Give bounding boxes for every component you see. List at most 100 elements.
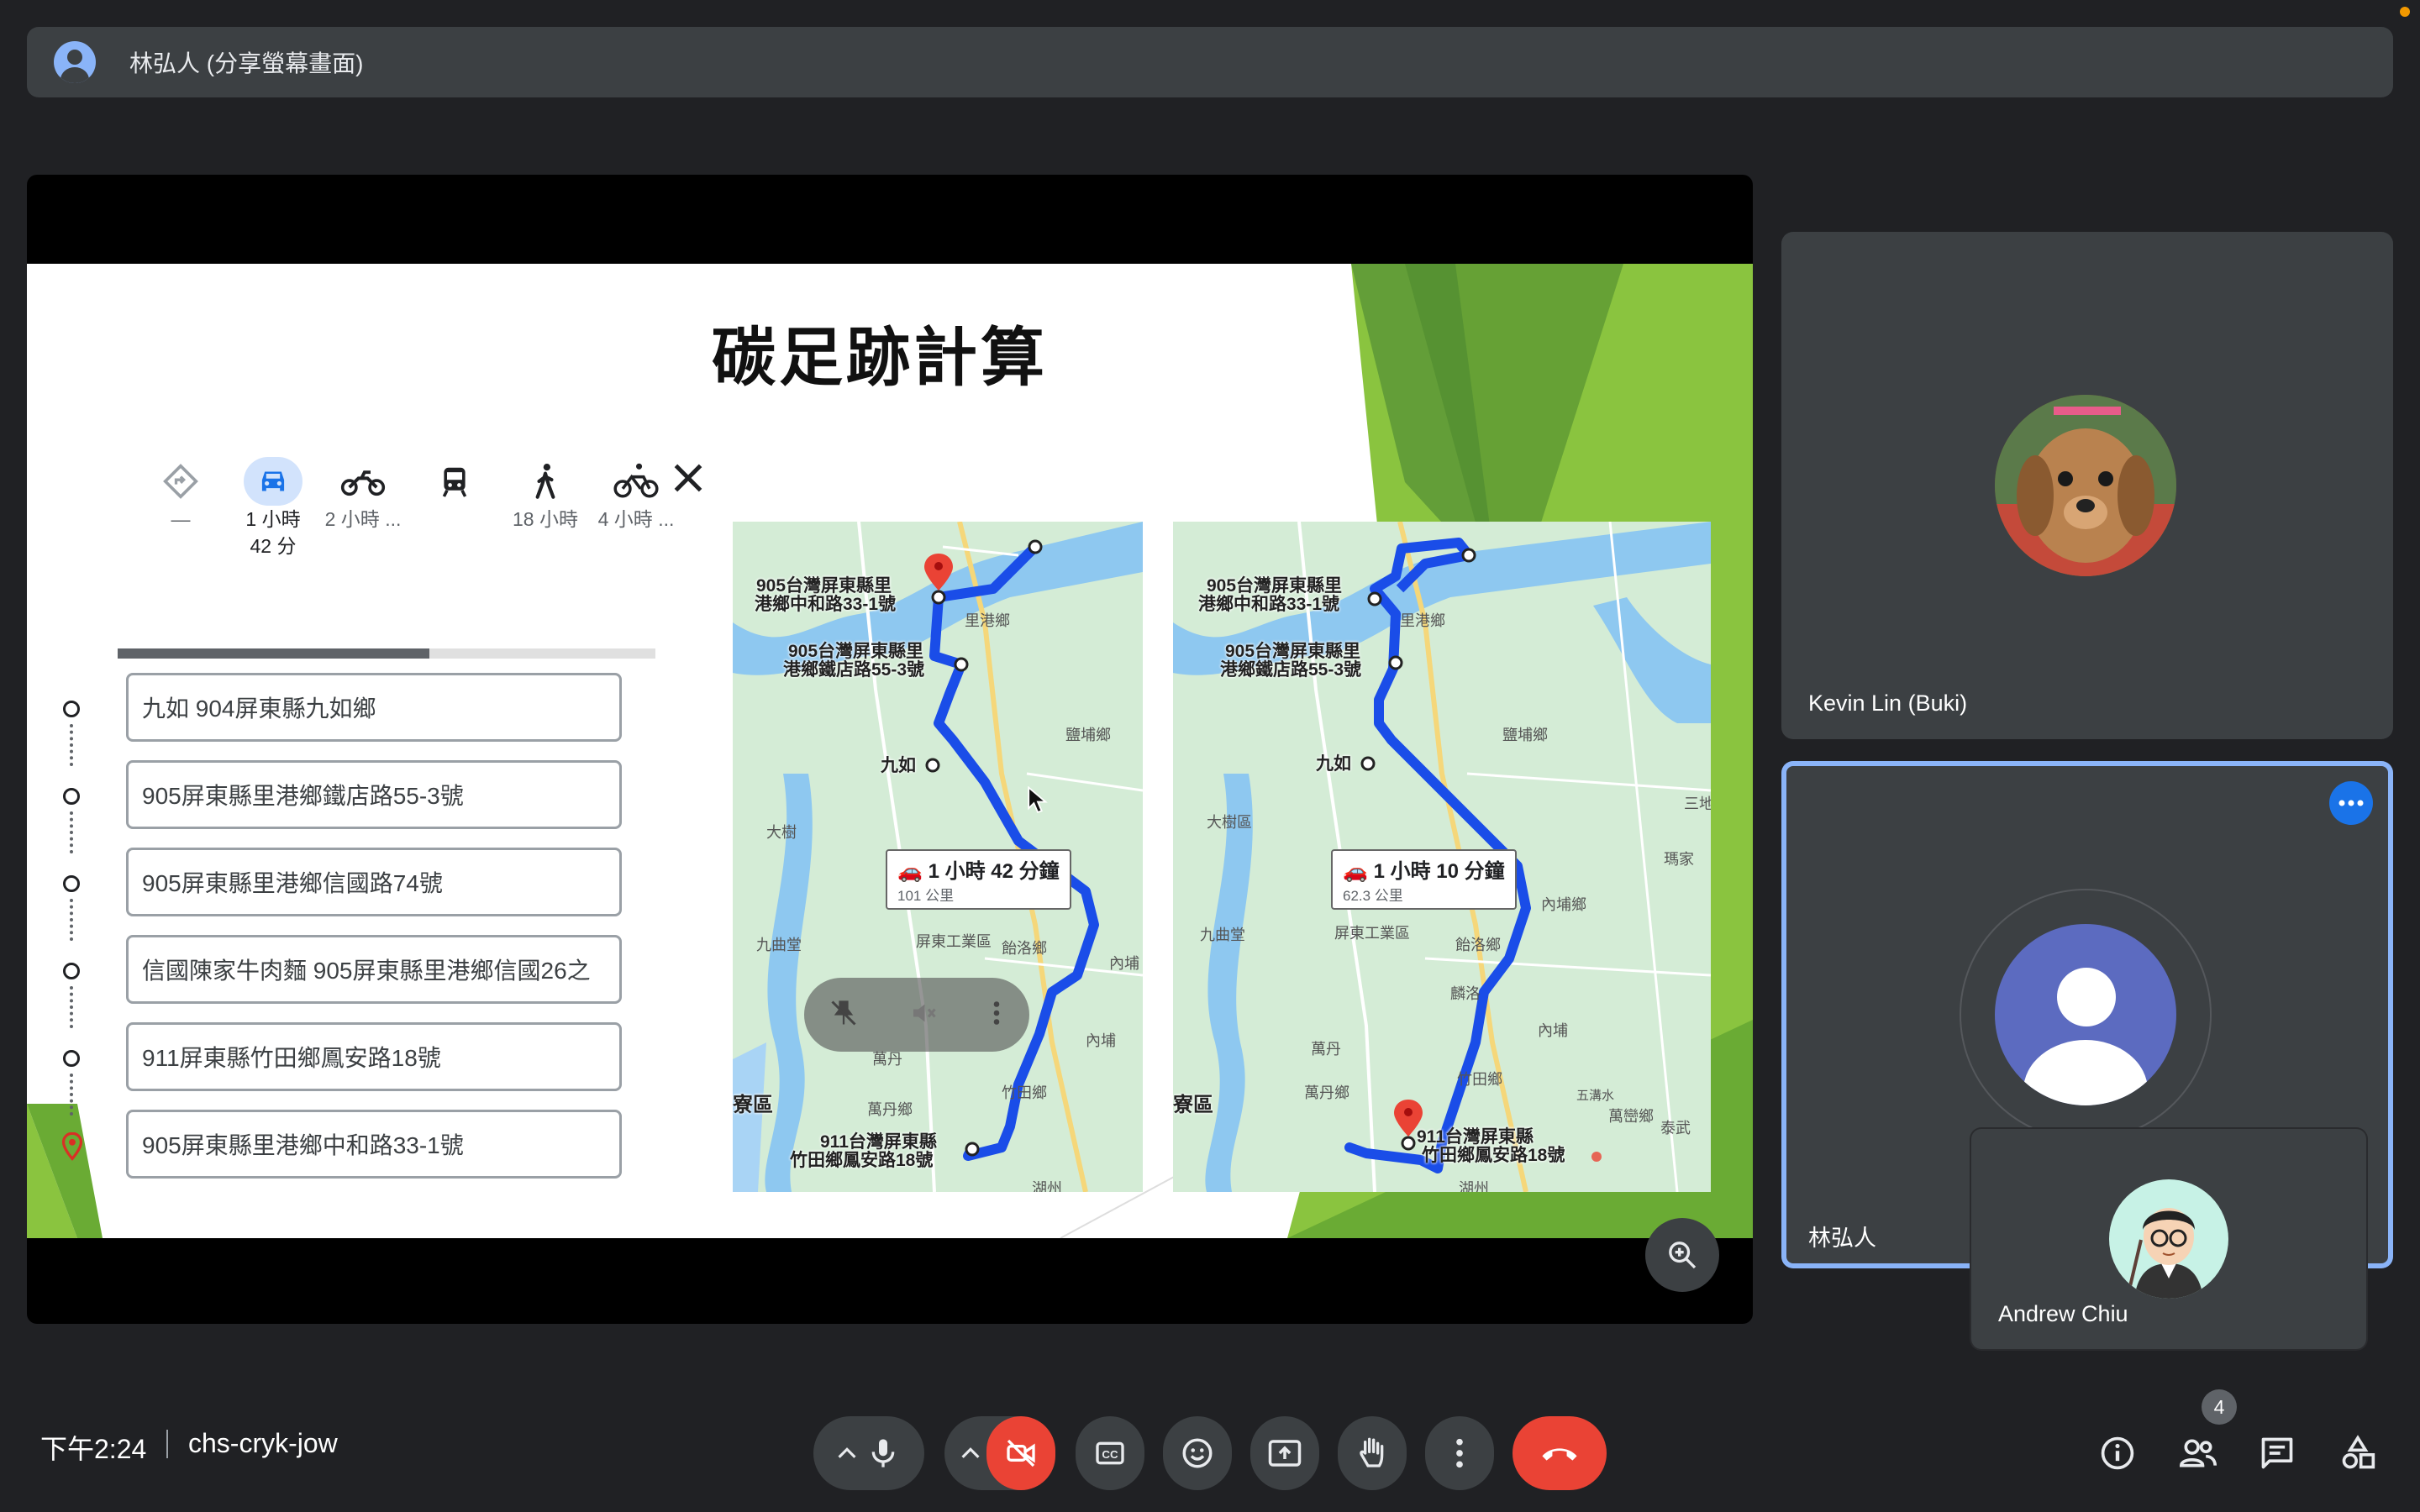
info-icon — [2101, 1436, 2134, 1470]
map-label: 港鄉鐵店路55-3號 — [1220, 660, 1362, 680]
reactions-button[interactable] — [1163, 1416, 1232, 1490]
map-label: 九如 — [881, 756, 916, 775]
mode-tab-motorcycle[interactable]: 2 小時 ... — [321, 457, 405, 533]
present-to-all-icon — [1268, 1440, 1302, 1467]
videocam-off-icon — [1007, 1439, 1035, 1467]
microphone-control[interactable] — [813, 1416, 924, 1490]
map-label: 港鄉鐵店路55-3號 — [783, 660, 925, 680]
map-place: 九曲堂 — [756, 937, 802, 953]
route-stop-input[interactable]: 911屏東縣竹田鄉鳳安路18號 — [126, 1022, 622, 1091]
map-place: 內埔 — [1086, 1032, 1116, 1049]
presenter-banner: 林弘人 (分享螢幕畫面) — [27, 27, 2393, 97]
status-dot-icon — [2400, 7, 2410, 17]
route-stop-input[interactable]: 九如 904屏東縣九如鄉 — [126, 673, 622, 742]
mode-tab-driving[interactable]: 1 小時 42 分 — [231, 457, 315, 559]
route-duration: 1 小時 42 分鐘 — [928, 860, 1060, 883]
screen-share-controls — [804, 978, 1029, 1052]
captions-button[interactable]: CC — [1076, 1416, 1144, 1490]
camera-control[interactable] — [944, 1416, 1055, 1490]
more-vert-icon[interactable] — [988, 998, 1005, 1032]
map-place: 內埔鄉 — [1541, 896, 1586, 913]
directions-icon — [139, 457, 223, 506]
mic-icon[interactable] — [866, 1436, 900, 1470]
mode-label: 2 小時 ... — [324, 508, 402, 530]
bike-icon — [594, 457, 678, 506]
route-distance: 62.3 公里 — [1343, 888, 1403, 904]
call-end-icon — [1542, 1448, 1577, 1461]
more-vert-icon — [1456, 1438, 1463, 1468]
more-options-button[interactable] — [1425, 1416, 1494, 1490]
raise-hand-button[interactable] — [1338, 1416, 1407, 1490]
meeting-details-button[interactable] — [2089, 1425, 2146, 1482]
map-place: 寮區 — [733, 1094, 773, 1116]
map-place: 寮區 — [1173, 1094, 1213, 1116]
shared-screen: 碳足跡計算 — 1 小時 42 分 2 小時 ... 18 小時 4 小時 ..… — [27, 175, 1753, 1324]
pin-off-icon[interactable] — [829, 998, 859, 1032]
chat-button[interactable] — [2249, 1425, 2306, 1482]
map-place: 屏東工業區 — [916, 933, 992, 950]
map-place: 大樹區 — [1207, 814, 1252, 831]
leave-call-button[interactable] — [1512, 1416, 1607, 1490]
route-stop-input[interactable]: 905屏東縣里港鄉鐵店路55-3號 — [126, 760, 622, 829]
chevron-up-icon[interactable] — [961, 1447, 980, 1459]
meeting-clock: 下午2:24 — [40, 1434, 147, 1464]
route-connector — [70, 811, 76, 853]
participant-name: Andrew Chiu — [1998, 1301, 2128, 1326]
route-map-1: 905台灣屏東縣里 港鄉中和路33-1號 905台灣屏東縣里 港鄉鐵店路55-3… — [733, 522, 1143, 1192]
map-place: 九曲堂 — [1200, 927, 1245, 943]
present-screen-button[interactable] — [1250, 1416, 1319, 1490]
mode-label: 18 小時 — [513, 508, 578, 530]
map-place: 飴洛鄉 — [1002, 940, 1047, 957]
map-place: 鹽埔鄉 — [1065, 727, 1111, 743]
close-icon[interactable] — [667, 457, 709, 499]
divider — [166, 1430, 168, 1458]
people-button[interactable] — [2170, 1425, 2227, 1482]
map-place: 內埔 — [1538, 1022, 1568, 1039]
svg-text:CC: CC — [1102, 1448, 1118, 1461]
closed-caption-icon: CC — [1096, 1441, 1124, 1465]
route-stop-input[interactable]: 905屏東縣里港鄉中和路33-1號 — [126, 1110, 622, 1179]
camera-off-button[interactable] — [986, 1416, 1055, 1490]
mode-tab-transit[interactable] — [413, 457, 497, 506]
car-icon — [244, 457, 302, 506]
route-stop-input[interactable]: 信國陳家牛肉麵 905屏東縣里港鄉信國26之 — [126, 935, 622, 1004]
participant-name: Kevin Lin (Buki) — [1808, 690, 1968, 716]
map-label: 905台灣屏東縣里 — [1207, 576, 1343, 596]
map-place: 屏東工業區 — [1334, 925, 1410, 942]
presenter-avatar-icon — [54, 41, 96, 83]
motorcycle-icon — [321, 457, 405, 506]
more-options-button[interactable] — [2329, 781, 2373, 825]
stop-marker-icon — [63, 1050, 80, 1067]
chevron-up-icon[interactable] — [838, 1447, 856, 1459]
route-connector — [70, 899, 76, 941]
mute-icon[interactable] — [908, 998, 939, 1032]
stop-marker-icon — [63, 701, 80, 717]
route-stop-input[interactable]: 905屏東縣里港鄉信國路74號 — [126, 848, 622, 916]
map-place: 瑪家 — [1664, 851, 1694, 868]
mode-label: 4 小時 ... — [597, 508, 675, 530]
mode-label: — — [171, 508, 191, 530]
map-place: 飴洛鄉 — [1455, 937, 1501, 953]
map-place: 萬丹鄉 — [867, 1101, 913, 1118]
zoom-in-button[interactable] — [1645, 1218, 1719, 1292]
route-progress-bar — [118, 648, 655, 659]
route-duration-callout: 🚗 1 小時 42 分鐘 101 公里 — [886, 849, 1071, 910]
route-duration-callout: 🚗 1 小時 10 分鐘 62.3 公里 — [1331, 849, 1517, 910]
route-connector — [70, 724, 76, 766]
route-connector — [70, 1074, 76, 1116]
mode-tab-walking[interactable]: 18 小時 — [503, 457, 587, 533]
emoji-icon — [1182, 1438, 1213, 1468]
participant-tile-kevin[interactable]: Kevin Lin (Buki) — [1781, 232, 2393, 739]
map-place: 竹田鄉 — [1002, 1084, 1047, 1101]
mode-tab-cycling[interactable]: 4 小時 ... — [594, 457, 678, 533]
mode-tab-directions[interactable]: — — [139, 457, 223, 533]
route-connector — [70, 986, 76, 1028]
map-label: 905台灣屏東縣里 — [788, 642, 924, 661]
zoom-in-icon — [1669, 1242, 1697, 1269]
map-label: 905台灣屏東縣里 — [1225, 642, 1361, 661]
activities-button[interactable] — [2329, 1425, 2386, 1482]
mode-label-minutes: 42 分 — [250, 535, 297, 557]
participant-tile-andrew[interactable]: Andrew Chiu — [1971, 1129, 2366, 1349]
more-horiz-icon — [2338, 800, 2364, 806]
car-icon: 🚗 — [897, 860, 929, 883]
